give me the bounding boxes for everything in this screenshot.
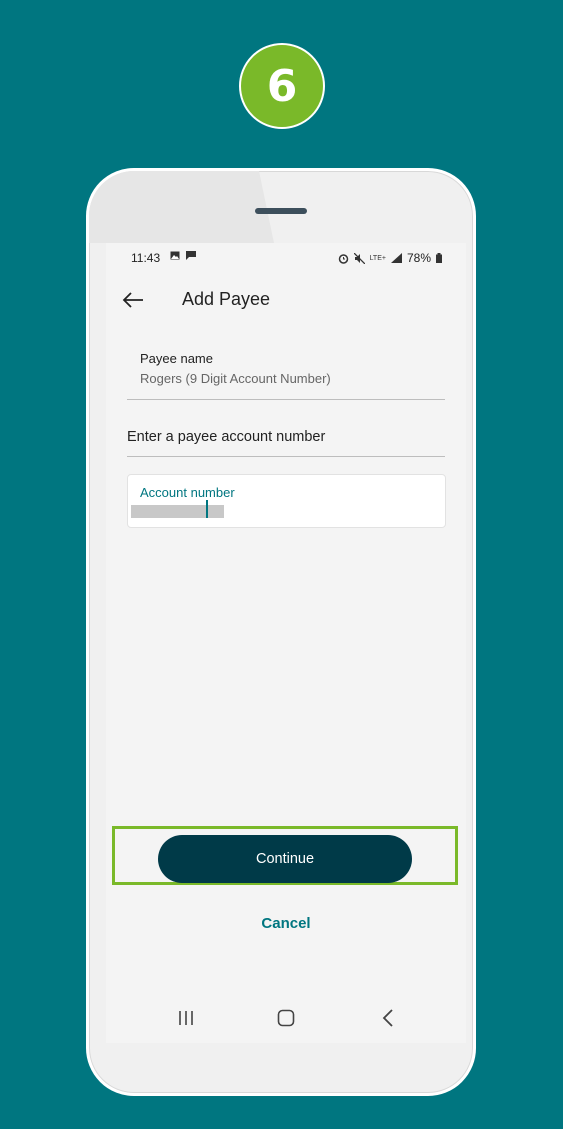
status-time: 11:43 [131, 251, 161, 265]
account-section-heading: Enter a payee account number [127, 429, 445, 457]
account-number-input[interactable]: Account number [127, 474, 446, 528]
recent-apps-icon [179, 1011, 193, 1025]
cancel-button[interactable]: Cancel [236, 915, 336, 932]
lte-icon: LTE+ [369, 254, 386, 262]
payee-name-value: Rogers (9 Digit Account Number) [140, 371, 331, 386]
home-icon [277, 1009, 295, 1027]
arrow-left-icon [122, 292, 143, 308]
status-notification-icons [170, 251, 196, 263]
step-number-badge: 6 [239, 43, 325, 129]
back-icon [382, 1009, 393, 1027]
app-bar: Add Payee [106, 283, 466, 319]
nav-back-button[interactable] [368, 998, 408, 1038]
status-bar: 11:43 LTE+ 78% [106, 243, 466, 273]
signal-icon [390, 253, 402, 263]
account-number-label: Account number [140, 485, 235, 500]
account-number-redacted-value [131, 505, 224, 518]
home-button[interactable] [266, 998, 306, 1038]
alarm-icon [338, 253, 348, 264]
back-button[interactable] [121, 285, 151, 315]
payee-name-label: Payee name [140, 351, 213, 366]
page-title: Add Payee [182, 289, 271, 309]
battery-percent: 78% [406, 251, 431, 265]
battery-icon [436, 253, 442, 263]
image-icon [170, 251, 180, 260]
system-nav-bar [106, 998, 466, 1038]
status-right-group: LTE+ 78% [338, 251, 442, 265]
phone-screen: 11:43 LTE+ 78% Add Payee Payee name Roge… [106, 243, 466, 1043]
phone-gloss [89, 171, 274, 243]
payee-name-field: Payee name Rogers (9 Digit Account Numbe… [127, 349, 445, 400]
phone-speaker [255, 208, 307, 214]
continue-button[interactable]: Continue [158, 835, 412, 883]
phone-frame: 11:43 LTE+ 78% Add Payee Payee name Roge… [86, 168, 476, 1096]
mute-icon [353, 252, 365, 264]
text-cursor [206, 500, 208, 518]
recent-apps-button[interactable] [166, 998, 206, 1038]
message-icon [185, 251, 196, 260]
